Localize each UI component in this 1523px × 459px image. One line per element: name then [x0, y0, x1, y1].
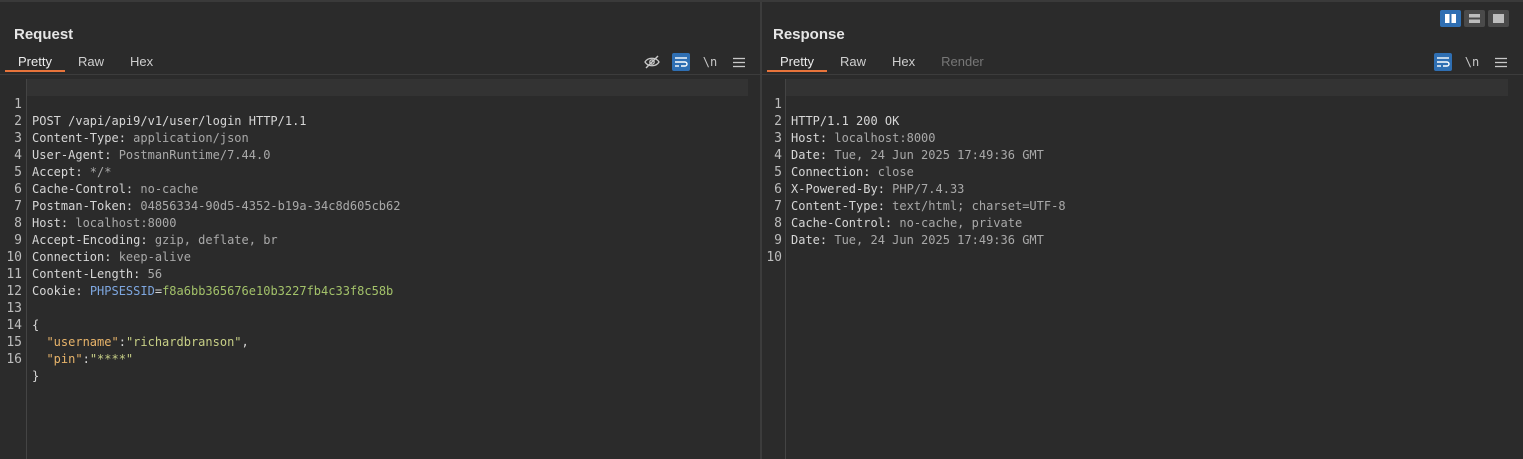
- code-line: 2 Host: localhost:8000: [762, 96, 1523, 145]
- code-line: 9: [762, 215, 1523, 248]
- menu-icon[interactable]: [730, 53, 748, 71]
- request-tab-hex[interactable]: Hex: [117, 52, 166, 72]
- code-line: 7 Host: localhost:8000: [0, 181, 760, 230]
- code-line: 6 Postman-Token: 04856334-90d5-4352-b19a…: [0, 164, 760, 213]
- code-line: 4 Connection: close: [762, 130, 1523, 179]
- menu-icon[interactable]: [1492, 53, 1510, 71]
- code-line: 15 "pin":"****": [0, 317, 760, 366]
- single-pane-icon[interactable]: [1488, 10, 1509, 27]
- message-editor: Request Pretty Raw Hex \n 1 POST /vapi/a…: [0, 0, 1523, 459]
- code-line: 6 Content-Type: text/html; charset=UTF-8: [762, 164, 1523, 213]
- response-tabs: Pretty Raw Hex Render: [767, 52, 997, 74]
- line-number: 16: [6, 352, 22, 367]
- wrap-lines-icon[interactable]: [672, 53, 690, 71]
- line-number: 10: [766, 250, 782, 265]
- request-editor[interactable]: 1 POST /vapi/api9/v1/user/login HTTP/1.1…: [0, 79, 760, 459]
- response-tab-hex[interactable]: Hex: [879, 52, 928, 72]
- json-value-pin: "****": [89, 352, 134, 366]
- response-title: Response: [773, 26, 845, 43]
- split-horizontal-icon[interactable]: [1440, 10, 1461, 27]
- response-editor[interactable]: 1 HTTP/1.1 200 OK 2 Host: localhost:8000…: [762, 79, 1523, 459]
- json-colon: :: [82, 352, 90, 366]
- newline-toggle-button[interactable]: \n: [701, 53, 719, 71]
- layout-toggle: [1440, 10, 1509, 27]
- code-line: 10 Content-Length: 56: [0, 232, 760, 281]
- request-pane: Request Pretty Raw Hex \n 1 POST /vapi/a…: [0, 2, 760, 459]
- request-tabs: Pretty Raw Hex: [5, 52, 166, 74]
- code-line: 8 Date: Tue, 24 Jun 2025 17:49:36 GMT: [762, 198, 1523, 247]
- code-line: 16 }: [0, 334, 760, 383]
- code-line: 3 Date: Tue, 24 Jun 2025 17:49:36 GMT: [762, 113, 1523, 162]
- response-tabs-divider: [762, 74, 1523, 75]
- response-tab-raw[interactable]: Raw: [827, 52, 879, 72]
- request-tabs-divider: [0, 74, 760, 75]
- code-line: 13 {: [0, 283, 760, 332]
- code-line: 1 POST /vapi/api9/v1/user/login HTTP/1.1: [0, 79, 760, 128]
- code-line: 10: [762, 232, 1523, 265]
- code-line: 2 Content-Type: application/json: [0, 96, 760, 145]
- code-line: 5 X-Powered-By: PHP/7.4.33: [762, 147, 1523, 196]
- code-line: 1 HTTP/1.1 200 OK: [762, 79, 1523, 128]
- code-line: 12: [0, 266, 760, 299]
- request-title: Request: [14, 26, 74, 43]
- request-tab-raw[interactable]: Raw: [65, 52, 117, 72]
- wrap-lines-icon[interactable]: [1434, 53, 1452, 71]
- code-line: 3 User-Agent: PostmanRuntime/7.44.0: [0, 113, 760, 162]
- code-line: 5 Cache-Control: no-cache: [0, 147, 760, 196]
- json-close-brace: }: [32, 369, 40, 383]
- newline-toggle-button[interactable]: \n: [1463, 53, 1481, 71]
- code-line: 9 Connection: keep-alive: [0, 215, 760, 264]
- code-line: 8 Accept-Encoding: gzip, deflate, br: [0, 198, 760, 247]
- response-pane: Response Pretty Raw Hex Render \n 1 HTTP…: [762, 2, 1523, 459]
- request-tab-pretty[interactable]: Pretty: [5, 52, 65, 72]
- code-line: 11 Cookie: PHPSESSID=f8a6bb365676e10b322…: [0, 249, 760, 298]
- response-tab-render[interactable]: Render: [928, 52, 997, 72]
- hide-icon[interactable]: [643, 53, 661, 71]
- response-toolbar: \n: [1423, 53, 1510, 71]
- code-line: 7 Cache-Control: no-cache, private: [762, 181, 1523, 230]
- request-toolbar: \n: [632, 53, 748, 71]
- response-tab-pretty[interactable]: Pretty: [767, 52, 827, 72]
- code-line: 14 "username":"richardbranson",: [0, 300, 760, 349]
- split-vertical-icon[interactable]: [1464, 10, 1485, 27]
- code-line: 4 Accept: */*: [0, 130, 760, 179]
